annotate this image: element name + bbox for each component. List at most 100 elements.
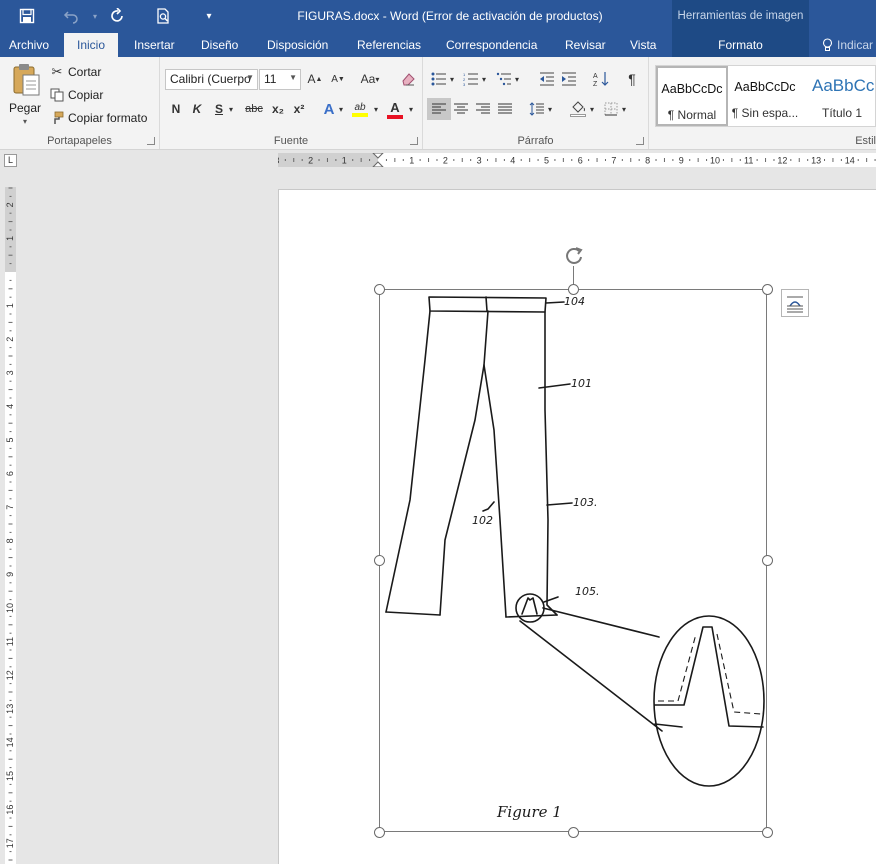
superscript-button[interactable]: x² bbox=[289, 99, 309, 119]
shading-dropdown-icon[interactable]: ▾ bbox=[587, 99, 597, 119]
shading-button[interactable] bbox=[568, 97, 588, 121]
ruler-label: 1 bbox=[342, 156, 347, 166]
tab-insertar[interactable]: Insertar bbox=[126, 33, 183, 57]
cut-button[interactable]: ✂ Cortar bbox=[48, 63, 102, 81]
resize-handle-left[interactable] bbox=[374, 555, 385, 566]
tab-diseno[interactable]: Diseño bbox=[193, 33, 246, 57]
bullets-dropdown-icon[interactable]: ▾ bbox=[447, 69, 457, 89]
tab-archivo[interactable]: Archivo bbox=[1, 33, 57, 57]
style-normal[interactable]: AaBbCcDc ¶ Normal bbox=[656, 66, 728, 126]
italic-button[interactable]: K bbox=[187, 99, 207, 119]
align-left-button[interactable] bbox=[427, 98, 451, 120]
align-right-button[interactable] bbox=[473, 99, 493, 119]
change-case-button[interactable]: Aa ▾ bbox=[356, 69, 384, 89]
font-launcher-icon[interactable] bbox=[410, 137, 418, 145]
svg-text:A: A bbox=[593, 73, 598, 80]
tab-formato[interactable]: Formato bbox=[672, 33, 809, 57]
group-clipboard: Pegar ▾ ✂ Cortar Copiar Copiar formato P… bbox=[0, 57, 160, 149]
cut-label: Cortar bbox=[68, 65, 102, 79]
ruler-label: 14 bbox=[5, 737, 15, 747]
style-heading-1[interactable]: AaBbCc Título 1 bbox=[804, 66, 876, 126]
copy-icon bbox=[48, 86, 66, 104]
resize-handle-bottom-left[interactable] bbox=[374, 827, 385, 838]
pants-drawing bbox=[385, 296, 765, 787]
line-spacing-button[interactable] bbox=[527, 99, 547, 119]
paste-button[interactable]: Pegar ▾ bbox=[6, 61, 44, 129]
grow-font-button[interactable]: A ▲ bbox=[305, 69, 325, 89]
multilevel-list-icon bbox=[496, 72, 511, 86]
indent-marker-icon[interactable] bbox=[372, 153, 384, 167]
font-size-combo[interactable]: 11 ▼ bbox=[259, 69, 301, 90]
align-right-icon bbox=[476, 103, 490, 114]
horizontal-ruler-ticks: 3211234567891011121314 bbox=[278, 156, 876, 166]
ruler-label: 13 bbox=[811, 156, 821, 166]
resize-handle-bottom[interactable] bbox=[568, 827, 579, 838]
tell-me-box[interactable]: Indicar bbox=[818, 33, 876, 57]
strikethrough-button[interactable]: abc bbox=[242, 99, 266, 119]
lightbulb-icon bbox=[822, 38, 833, 51]
multilevel-list-button[interactable] bbox=[494, 69, 514, 89]
borders-dropdown-icon[interactable]: ▾ bbox=[619, 99, 629, 119]
numbering-button[interactable]: 123 bbox=[461, 69, 481, 89]
font-color-dropdown-icon[interactable]: ▾ bbox=[406, 99, 416, 119]
format-painter-button[interactable]: Copiar formato bbox=[48, 109, 147, 127]
resize-handle-top-right[interactable] bbox=[762, 284, 773, 295]
tab-disposicion[interactable]: Disposición bbox=[259, 33, 336, 57]
paragraph-launcher-icon[interactable] bbox=[636, 137, 644, 145]
clipboard-launcher-icon[interactable] bbox=[147, 137, 155, 145]
ruler-label: 4 bbox=[510, 156, 515, 166]
tab-revisar[interactable]: Revisar bbox=[557, 33, 614, 57]
tab-vista[interactable]: Vista bbox=[622, 33, 664, 57]
underline-dropdown-icon[interactable]: ▾ bbox=[226, 99, 236, 119]
selected-picture[interactable]: 104 101 102 103. 105. Figure 1 bbox=[379, 289, 767, 832]
shrink-font-button[interactable]: A ▼ bbox=[328, 69, 348, 89]
resize-handle-top[interactable] bbox=[568, 284, 579, 295]
bullets-button[interactable] bbox=[429, 69, 449, 89]
text-effects-dropdown-icon[interactable]: ▾ bbox=[336, 99, 346, 119]
ruler-label: 13 bbox=[5, 704, 15, 714]
resize-handle-top-left[interactable] bbox=[374, 284, 385, 295]
highlight-dropdown-icon[interactable]: ▾ bbox=[371, 99, 381, 119]
paste-dropdown-icon[interactable]: ▾ bbox=[6, 117, 44, 126]
justify-button[interactable] bbox=[495, 99, 515, 119]
borders-button[interactable] bbox=[601, 99, 621, 119]
style-no-spacing[interactable]: AaBbCcDc ¶ Sin espa... bbox=[729, 66, 801, 126]
align-center-button[interactable] bbox=[451, 99, 471, 119]
highlight-button[interactable]: ab bbox=[350, 97, 370, 121]
style-name: ¶ Normal bbox=[667, 108, 717, 122]
paste-label: Pegar bbox=[8, 101, 42, 115]
bold-button[interactable]: N bbox=[166, 99, 186, 119]
rotate-handle-icon[interactable] bbox=[563, 245, 585, 267]
ruler-label: 1 bbox=[5, 236, 15, 241]
resize-handle-bottom-right[interactable] bbox=[762, 827, 773, 838]
chevron-down-icon: ▼ bbox=[246, 73, 254, 82]
font-color-button[interactable]: A bbox=[385, 97, 405, 121]
grow-font-icon: A bbox=[307, 72, 316, 86]
line-spacing-dropdown-icon[interactable]: ▾ bbox=[545, 99, 555, 119]
tab-referencias[interactable]: Referencias bbox=[349, 33, 429, 57]
increase-indent-button[interactable] bbox=[559, 69, 579, 89]
ruler-label: 3 bbox=[477, 156, 482, 166]
tab-correspondencia[interactable]: Correspondencia bbox=[438, 33, 545, 57]
decrease-indent-button[interactable] bbox=[537, 69, 557, 89]
multilevel-dropdown-icon[interactable]: ▾ bbox=[512, 69, 522, 89]
ruler-label: 3 bbox=[278, 156, 279, 166]
clear-format-button[interactable] bbox=[398, 69, 418, 89]
tab-inicio[interactable]: Inicio bbox=[64, 33, 118, 57]
copy-button[interactable]: Copiar bbox=[48, 86, 103, 104]
svg-text:3: 3 bbox=[463, 82, 466, 86]
subscript-button[interactable]: x₂ bbox=[268, 99, 288, 119]
resize-handle-right[interactable] bbox=[762, 555, 773, 566]
ruler-label: 6 bbox=[5, 471, 15, 476]
label-103: 103. bbox=[573, 496, 598, 509]
numbering-dropdown-icon[interactable]: ▾ bbox=[479, 69, 489, 89]
tab-selector[interactable]: L bbox=[4, 154, 17, 167]
sort-button[interactable]: AZ bbox=[591, 69, 611, 89]
pilcrow-icon[interactable]: ¶ bbox=[622, 69, 642, 89]
font-name-combo[interactable]: Calibri (Cuerpo ▼ bbox=[165, 69, 258, 90]
layout-options-button[interactable] bbox=[781, 289, 809, 317]
group-label-paragraph: Párrafo bbox=[517, 135, 554, 147]
figure-caption: Figure 1 bbox=[497, 803, 562, 821]
vertical-ruler[interactable]: 2 1 1 2 3 4 5 6 7 8 9 10 11 12 13 14 15 16 17 bbox=[5, 187, 16, 864]
horizontal-ruler[interactable]: 3211234567891011121314 bbox=[278, 153, 876, 167]
